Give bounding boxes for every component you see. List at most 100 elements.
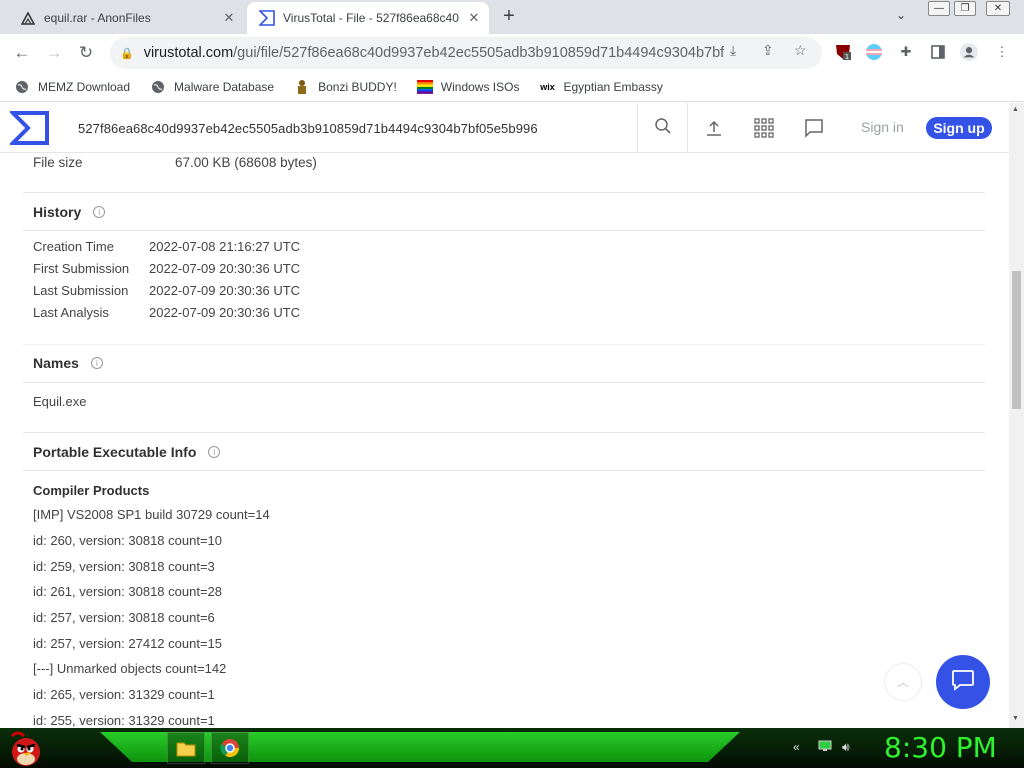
share-icon[interactable]: ⇪ bbox=[762, 42, 774, 59]
chat-button[interactable] bbox=[936, 655, 990, 709]
chat-bubble-icon bbox=[951, 669, 975, 696]
back-arrow-icon[interactable]: ← bbox=[12, 43, 32, 63]
bookmark-label: MEMZ Download bbox=[38, 79, 131, 94]
url-path: /gui/file/527f86ea68c40d9937eb42ec5505ad… bbox=[233, 45, 724, 61]
info-icon[interactable]: i bbox=[90, 357, 103, 369]
scroll-to-top-button[interactable]: ︿ bbox=[884, 663, 922, 701]
page-scrollbar[interactable]: ▲ ▼ bbox=[1009, 103, 1024, 728]
wix-icon: wix bbox=[540, 81, 555, 92]
bonzi-icon bbox=[294, 79, 310, 95]
extensions-puzzle-icon[interactable]: ✚ bbox=[897, 43, 915, 61]
history-card: History i bbox=[23, 193, 985, 231]
minimize-button[interactable]: — bbox=[928, 1, 950, 16]
names-list: Equil.exe bbox=[23, 390, 985, 412]
start-button-angry-bird-icon[interactable] bbox=[4, 728, 48, 768]
new-tab-button[interactable]: + bbox=[498, 5, 520, 28]
menu-kebab-icon[interactable]: ⋮ bbox=[993, 43, 1011, 61]
side-panel-icon[interactable] bbox=[929, 43, 947, 61]
history-row: Last Submission 2022-07-09 20:30:36 UTC bbox=[23, 279, 985, 301]
bookmark-label: Egyptian Embassy bbox=[563, 79, 663, 94]
tab-strip: equil.rar - AnonFiles ✕ VirusTotal - Fil… bbox=[0, 0, 1024, 34]
url-text: virustotal.com/gui/file/527f86ea68c40d99… bbox=[144, 45, 724, 61]
bookmark-label: Bonzi BUDDY! bbox=[318, 79, 397, 94]
apps-grid-icon[interactable] bbox=[753, 117, 775, 139]
bookmark-memz[interactable]: MEMZ Download bbox=[14, 79, 130, 95]
ublock-extension-icon[interactable]: 1 bbox=[834, 43, 852, 61]
history-value: 2022-07-08 21:16:27 UTC bbox=[149, 238, 301, 254]
info-icon[interactable]: i bbox=[93, 206, 106, 218]
upload-icon[interactable] bbox=[703, 117, 725, 139]
chrome-taskbar-icon[interactable] bbox=[211, 732, 249, 764]
close-tab-icon[interactable]: ✕ bbox=[220, 10, 238, 26]
bookmarks-bar: MEMZ Download Malware Database Bonzi BUD… bbox=[0, 72, 1024, 102]
tray-expand-icon[interactable]: « bbox=[793, 740, 800, 754]
profile-avatar-icon[interactable] bbox=[960, 43, 978, 61]
virustotal-logo-icon[interactable] bbox=[8, 110, 50, 146]
address-bar[interactable]: 🔒 virustotal.com/gui/file/527f86ea68c40d… bbox=[110, 37, 822, 69]
forward-arrow-icon[interactable]: → bbox=[44, 43, 64, 63]
bookmark-egyptian-embassy[interactable]: wix Egyptian Embassy bbox=[539, 79, 663, 95]
compiler-products: Compiler Products [IMP] VS2008 SP1 build… bbox=[23, 478, 985, 728]
tab-title: VirusTotal - File - 527f86ea68c40 bbox=[283, 11, 459, 25]
reload-icon[interactable]: ↻ bbox=[76, 43, 96, 63]
bookmark-bonzi-buddy[interactable]: Bonzi BUDDY! bbox=[294, 79, 397, 95]
history-key: Creation Time bbox=[33, 238, 114, 254]
page-viewport: 527f86ea68c40d9937eb42ec5505adb3b910859d… bbox=[0, 103, 1009, 728]
sign-in-link[interactable]: Sign in bbox=[861, 119, 904, 135]
history-row: Last Analysis 2022-07-09 20:30:36 UTC bbox=[23, 301, 985, 323]
history-key: Last Analysis bbox=[33, 304, 109, 320]
lock-icon: 🔒 bbox=[120, 47, 134, 60]
search-button[interactable] bbox=[637, 103, 688, 153]
maximize-button[interactable]: ❐ bbox=[954, 1, 976, 16]
tab-search-chevron-icon[interactable]: ⌄ bbox=[896, 8, 906, 22]
info-icon[interactable]: i bbox=[208, 446, 221, 458]
close-tab-icon[interactable]: ✕ bbox=[465, 10, 483, 26]
network-icon[interactable] bbox=[818, 740, 832, 755]
close-window-button[interactable]: ✕ bbox=[986, 1, 1010, 16]
bookmark-windows-isos[interactable]: Windows ISOs bbox=[416, 79, 520, 95]
compiler-product-item: id: 257, version: 30818 count=6 bbox=[33, 610, 215, 626]
taskbar-clock[interactable]: 8:30 PM bbox=[884, 731, 997, 764]
compiler-product-item: id: 259, version: 30818 count=3 bbox=[33, 558, 215, 574]
virustotal-header: 527f86ea68c40d9937eb42ec5505adb3b910859d… bbox=[0, 103, 1009, 153]
windows-flag-icon bbox=[416, 79, 433, 95]
bookmark-malware-database[interactable]: Malware Database bbox=[150, 79, 274, 95]
bookmark-label: Malware Database bbox=[174, 79, 275, 94]
history-value: 2022-07-09 20:30:36 UTC bbox=[149, 282, 301, 298]
bookmark-star-icon[interactable]: ☆ bbox=[794, 42, 807, 59]
compiler-product-item: id: 261, version: 30818 count=28 bbox=[33, 584, 223, 600]
browser-toolbar: ← → ↻ 🔒 virustotal.com/gui/file/527f86ea… bbox=[0, 34, 1024, 72]
history-heading: History i bbox=[23, 193, 985, 231]
pe-info-title: Portable Executable Info bbox=[33, 444, 197, 460]
install-app-icon[interactable]: ⤓ bbox=[730, 42, 736, 59]
bookmark-label: Windows ISOs bbox=[440, 79, 520, 94]
history-value: 2022-07-09 20:30:36 UTC bbox=[149, 304, 301, 320]
names-card: Names i bbox=[23, 344, 985, 382]
scroll-thumb[interactable] bbox=[1012, 271, 1021, 409]
tab-virustotal[interactable]: VirusTotal - File - 527f86ea68c40 ✕ bbox=[247, 2, 489, 34]
url-host: virustotal.com bbox=[143, 45, 234, 61]
chevron-up-icon: ︿ bbox=[897, 677, 909, 689]
tab-title: equil.rar - AnonFiles bbox=[44, 11, 151, 25]
names-heading: Names i bbox=[23, 344, 985, 382]
volume-icon[interactable]: 🔊︎ bbox=[842, 740, 850, 755]
scroll-up-arrow-icon[interactable]: ▲ bbox=[1012, 106, 1019, 113]
tab-anonfiles[interactable]: equil.rar - AnonFiles ✕ bbox=[8, 2, 244, 34]
comment-icon[interactable] bbox=[803, 117, 825, 139]
extension-badge: 1 bbox=[845, 53, 849, 61]
globe-icon bbox=[14, 79, 30, 95]
search-input[interactable]: 527f86ea68c40d9937eb42ec5505adb3b910859d… bbox=[78, 121, 538, 136]
compiler-product-item: [---] Unmarked objects count=142 bbox=[33, 661, 227, 677]
name-item: Equil.exe bbox=[33, 393, 87, 409]
trans-flag-extension-icon[interactable] bbox=[865, 43, 883, 61]
compiler-product-item: id: 260, version: 30818 count=10 bbox=[33, 533, 223, 549]
taskbar: « 🔊︎ 8:30 PM bbox=[0, 728, 1024, 768]
divider bbox=[23, 230, 985, 231]
file-explorer-taskbar-icon[interactable] bbox=[167, 732, 205, 764]
search-icon bbox=[654, 117, 672, 140]
scroll-down-arrow-icon[interactable]: ▼ bbox=[1012, 715, 1019, 722]
divider bbox=[23, 470, 985, 471]
file-size-value: 67.00 KB (68608 bytes) bbox=[175, 154, 317, 170]
sign-up-button[interactable]: Sign up bbox=[926, 117, 992, 139]
names-title: Names bbox=[33, 355, 79, 371]
